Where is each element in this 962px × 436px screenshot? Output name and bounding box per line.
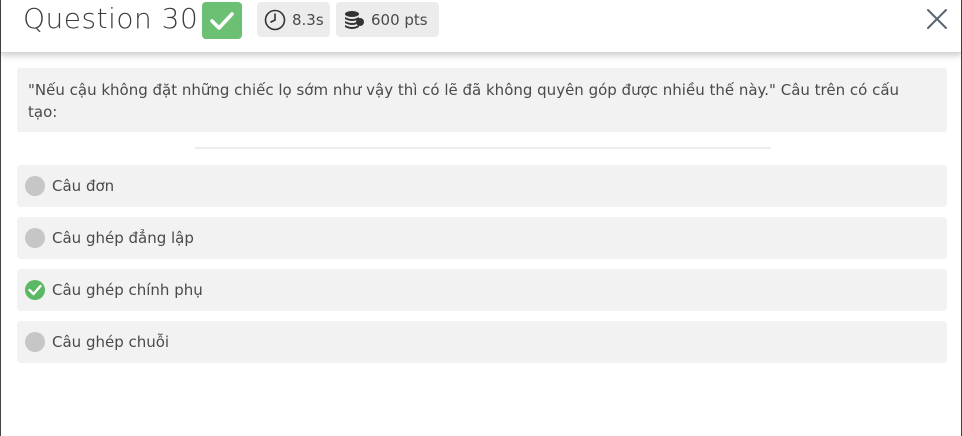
option-label: Câu đơn bbox=[52, 177, 115, 195]
option-4[interactable]: Câu ghép chuỗi bbox=[17, 321, 947, 363]
option-label: Câu ghép chuỗi bbox=[52, 333, 170, 351]
question-header: Question 30 8.3s 600 pts bbox=[1, 0, 961, 53]
clock-icon bbox=[264, 9, 286, 31]
option-label: Câu ghép chính phụ bbox=[52, 281, 203, 299]
option-label: Câu ghép đẳng lập bbox=[52, 229, 194, 247]
correct-badge bbox=[202, 2, 242, 39]
option-2[interactable]: Câu ghép đẳng lập bbox=[17, 217, 947, 259]
option-3[interactable]: Câu ghép chính phụ bbox=[17, 269, 947, 311]
radio-icon bbox=[25, 228, 45, 248]
divider bbox=[195, 147, 771, 149]
check-icon bbox=[210, 11, 234, 30]
check-circle-icon bbox=[25, 280, 45, 300]
radio-icon bbox=[25, 176, 45, 196]
question-text: "Nếu cậu không đặt những chiếc lọ sớm nh… bbox=[17, 68, 947, 132]
time-pill: 8.3s bbox=[257, 2, 330, 37]
points-value: 600 pts bbox=[371, 10, 428, 29]
time-value: 8.3s bbox=[292, 10, 324, 29]
points-pill: 600 pts bbox=[336, 2, 439, 37]
close-button[interactable] bbox=[926, 8, 948, 30]
radio-icon bbox=[25, 332, 45, 352]
question-title: Question 30 bbox=[23, 2, 199, 35]
option-1[interactable]: Câu đơn bbox=[17, 165, 947, 207]
close-icon bbox=[927, 9, 947, 29]
coins-icon bbox=[343, 9, 365, 31]
